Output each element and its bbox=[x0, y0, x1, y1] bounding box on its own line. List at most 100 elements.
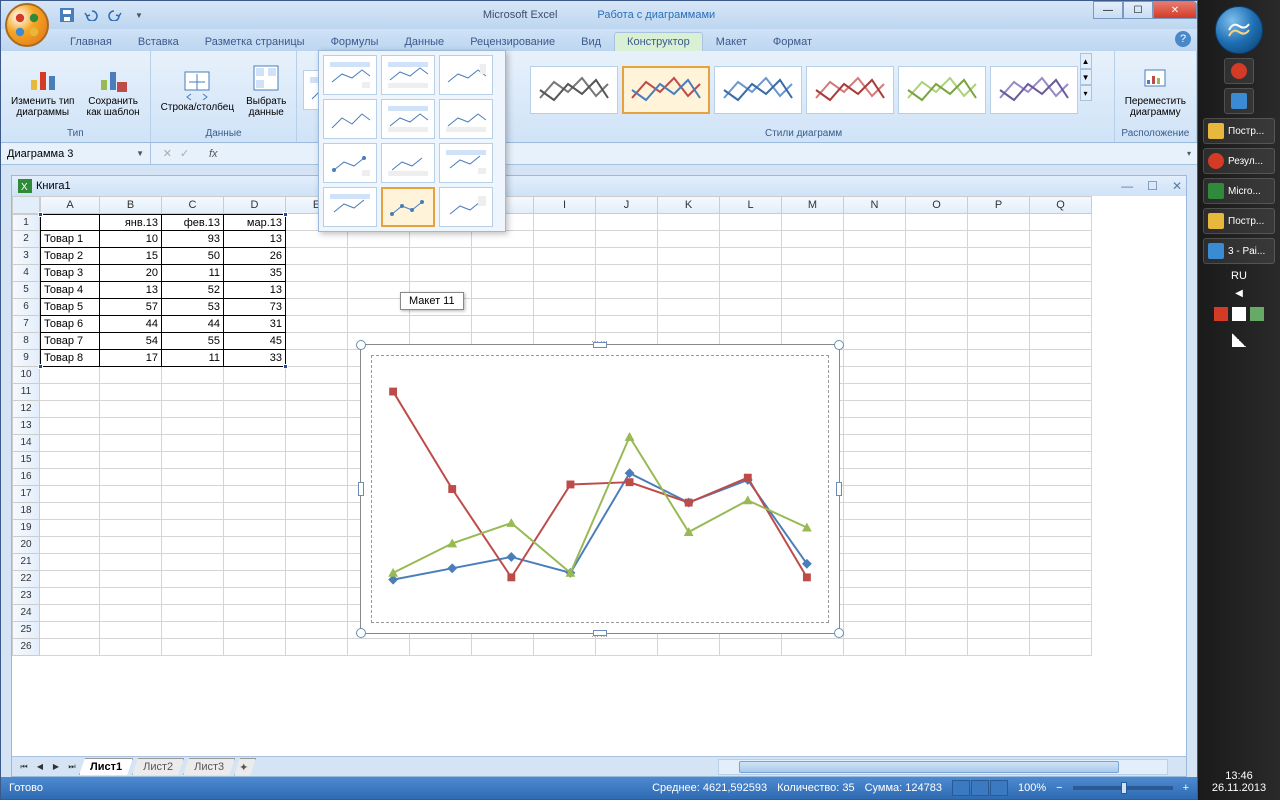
cell[interactable]: 13 bbox=[100, 282, 162, 299]
wb-minimize-icon[interactable]: — bbox=[1121, 179, 1133, 193]
cell[interactable] bbox=[968, 435, 1030, 452]
cell[interactable] bbox=[906, 537, 968, 554]
row-header[interactable]: 8 bbox=[12, 333, 40, 350]
cell[interactable]: 45 bbox=[224, 333, 286, 350]
cell[interactable]: 17 bbox=[100, 350, 162, 367]
cell[interactable] bbox=[906, 231, 968, 248]
column-header[interactable]: M bbox=[782, 196, 844, 214]
cell[interactable] bbox=[844, 452, 906, 469]
cell[interactable] bbox=[286, 299, 348, 316]
cell[interactable] bbox=[844, 265, 906, 282]
cell[interactable] bbox=[968, 588, 1030, 605]
cell[interactable] bbox=[968, 231, 1030, 248]
taskbar-pinned[interactable] bbox=[1224, 58, 1254, 84]
cell[interactable]: 10 bbox=[100, 231, 162, 248]
cell[interactable] bbox=[596, 299, 658, 316]
cell[interactable] bbox=[348, 248, 410, 265]
row-header[interactable]: 9 bbox=[12, 350, 40, 367]
row-header[interactable]: 3 bbox=[12, 248, 40, 265]
cell[interactable] bbox=[906, 639, 968, 656]
cell[interactable] bbox=[40, 367, 100, 384]
cell[interactable] bbox=[224, 622, 286, 639]
column-header[interactable]: P bbox=[968, 196, 1030, 214]
row-header[interactable]: 10 bbox=[12, 367, 40, 384]
cell[interactable] bbox=[162, 554, 224, 571]
name-box[interactable]: Диаграмма 3 ▼ bbox=[1, 143, 151, 164]
save-icon[interactable] bbox=[57, 6, 77, 24]
cell[interactable] bbox=[782, 231, 844, 248]
layout-gallery-dropdown[interactable] bbox=[318, 50, 506, 232]
cell[interactable] bbox=[906, 265, 968, 282]
cell[interactable] bbox=[40, 418, 100, 435]
cell[interactable] bbox=[100, 503, 162, 520]
cell[interactable] bbox=[720, 231, 782, 248]
cell[interactable] bbox=[596, 316, 658, 333]
cell[interactable]: 54 bbox=[100, 333, 162, 350]
cell[interactable] bbox=[906, 503, 968, 520]
sheet-nav-last-icon[interactable]: ⏭ bbox=[64, 759, 80, 775]
row-header[interactable]: 18 bbox=[12, 503, 40, 520]
cell[interactable] bbox=[224, 537, 286, 554]
row-header[interactable]: 20 bbox=[12, 537, 40, 554]
tray-power-icon[interactable] bbox=[1250, 307, 1264, 321]
cell[interactable] bbox=[906, 469, 968, 486]
cell[interactable] bbox=[224, 639, 286, 656]
cell[interactable] bbox=[906, 350, 968, 367]
cell[interactable] bbox=[720, 214, 782, 231]
taskbar-clock[interactable]: 13:46 26.11.2013 bbox=[1212, 766, 1266, 800]
sheet-tab[interactable]: Лист1 bbox=[79, 758, 133, 775]
zoom-thumb[interactable] bbox=[1121, 782, 1127, 794]
cell[interactable]: Товар 1 bbox=[40, 231, 100, 248]
cell[interactable] bbox=[40, 588, 100, 605]
cell[interactable]: фев.13 bbox=[162, 214, 224, 231]
cell[interactable] bbox=[906, 520, 968, 537]
cell[interactable] bbox=[968, 605, 1030, 622]
row-header[interactable]: 23 bbox=[12, 588, 40, 605]
row-header[interactable]: 19 bbox=[12, 520, 40, 537]
cell[interactable] bbox=[906, 333, 968, 350]
cell[interactable] bbox=[224, 435, 286, 452]
language-indicator[interactable]: RU bbox=[1231, 268, 1247, 284]
cell[interactable]: Товар 2 bbox=[40, 248, 100, 265]
row-header[interactable]: 4 bbox=[12, 265, 40, 282]
cell[interactable]: 44 bbox=[100, 316, 162, 333]
cell[interactable] bbox=[286, 282, 348, 299]
cell[interactable] bbox=[162, 571, 224, 588]
tab-view[interactable]: Вид bbox=[568, 32, 614, 51]
cell[interactable] bbox=[906, 248, 968, 265]
cell[interactable] bbox=[472, 639, 534, 656]
cell[interactable] bbox=[968, 282, 1030, 299]
cell[interactable]: 33 bbox=[224, 350, 286, 367]
tab-layout[interactable]: Макет bbox=[703, 32, 760, 51]
sheet-nav-prev-icon[interactable]: ◀ bbox=[32, 759, 48, 775]
cell[interactable] bbox=[286, 588, 348, 605]
cell[interactable] bbox=[844, 588, 906, 605]
tray-expand-icon[interactable]: ◀ bbox=[1235, 288, 1243, 299]
cell[interactable] bbox=[782, 282, 844, 299]
cell[interactable] bbox=[286, 605, 348, 622]
cell[interactable]: мар.13 bbox=[224, 214, 286, 231]
cell[interactable] bbox=[968, 401, 1030, 418]
cell[interactable] bbox=[844, 639, 906, 656]
cell[interactable] bbox=[658, 248, 720, 265]
select-data-button[interactable]: Выбрать данные bbox=[242, 60, 290, 120]
cell[interactable] bbox=[720, 265, 782, 282]
cell[interactable] bbox=[968, 520, 1030, 537]
row-header[interactable]: 25 bbox=[12, 622, 40, 639]
cell[interactable] bbox=[100, 367, 162, 384]
cell[interactable] bbox=[1030, 435, 1092, 452]
cell[interactable] bbox=[534, 316, 596, 333]
cell[interactable] bbox=[844, 486, 906, 503]
cell[interactable] bbox=[1030, 622, 1092, 639]
undo-icon[interactable] bbox=[81, 6, 101, 24]
layout-option-selected[interactable] bbox=[381, 187, 435, 227]
cell[interactable] bbox=[906, 452, 968, 469]
tab-formulas[interactable]: Формулы bbox=[318, 32, 392, 51]
cell[interactable] bbox=[286, 418, 348, 435]
cell[interactable] bbox=[782, 248, 844, 265]
scrollbar-thumb[interactable] bbox=[739, 761, 1119, 773]
cell[interactable] bbox=[596, 231, 658, 248]
cell[interactable] bbox=[40, 503, 100, 520]
cell[interactable] bbox=[472, 231, 534, 248]
style-item[interactable] bbox=[898, 66, 986, 114]
